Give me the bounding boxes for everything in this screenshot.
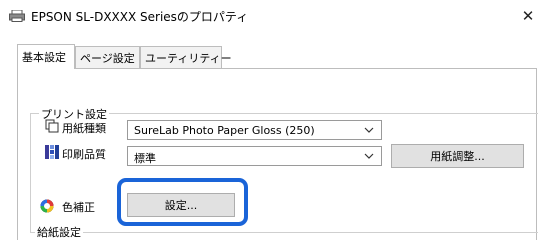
color-correction-label: 色補正 bbox=[62, 201, 95, 214]
tab-label: ページ設定 bbox=[80, 52, 135, 65]
tab-label: 基本設定 bbox=[22, 51, 66, 64]
color-wheel-icon bbox=[40, 199, 54, 213]
tab-label: ユーティリティー bbox=[145, 52, 232, 65]
title-bar: EPSON SL-DXXXX Seriesのプロパティ ✕ bbox=[0, 0, 546, 32]
close-button[interactable]: ✕ bbox=[510, 0, 546, 32]
paper-type-label: 用紙種類 bbox=[62, 122, 106, 135]
paper-source-group-label: 給紙設定 bbox=[35, 224, 83, 240]
paper-adjust-button[interactable]: 用紙調整... bbox=[391, 144, 524, 168]
printer-icon bbox=[9, 10, 25, 22]
window-title: EPSON SL-DXXXX Seriesのプロパティ bbox=[31, 10, 249, 24]
print-quality-select[interactable]: 標準 bbox=[127, 146, 382, 166]
paper-type-value: SureLab Photo Paper Gloss (250) bbox=[134, 124, 315, 137]
highlight-callout bbox=[117, 178, 248, 226]
paper-type-icon bbox=[45, 119, 59, 133]
tab-utility[interactable]: ユーティリティー bbox=[140, 46, 232, 68]
print-quality-label: 印刷品質 bbox=[62, 148, 106, 161]
chevron-down-icon bbox=[364, 153, 374, 159]
tab-basic-settings[interactable]: 基本設定 bbox=[17, 44, 75, 69]
paper-adjust-button-label: 用紙調整... bbox=[430, 150, 485, 163]
paper-type-select[interactable]: SureLab Photo Paper Gloss (250) bbox=[127, 120, 382, 140]
paper-source-group bbox=[30, 232, 538, 233]
tab-page-settings[interactable]: ページ設定 bbox=[75, 46, 140, 68]
print-quality-value: 標準 bbox=[134, 152, 156, 165]
quality-icon bbox=[45, 145, 59, 159]
close-icon: ✕ bbox=[521, 7, 535, 25]
chevron-down-icon bbox=[364, 127, 374, 133]
